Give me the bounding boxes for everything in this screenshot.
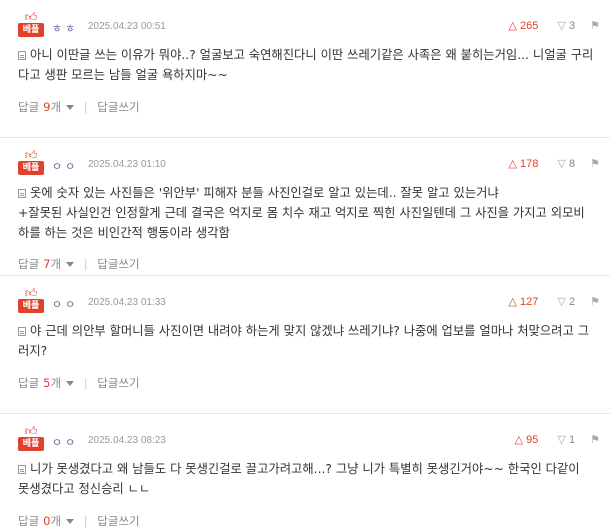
- comment-item: 👍︎ 베플 ㅎㅎ 2025.04.23 00:51 △ 265 ▽ 3 ⚑ 아니…: [0, 0, 610, 138]
- reply-toggle[interactable]: 답글 9개: [18, 100, 78, 114]
- vote-area: △ 95 ▽ 1 ⚑: [515, 433, 600, 449]
- comment-content: 니가 못생겼다고 왜 남들도 다 못생긴걸로 끌고가려고해...? 그냥 니가 …: [18, 459, 594, 499]
- comment-date: 2025.04.23 08:23: [88, 435, 166, 446]
- reply-label: 답글: [18, 514, 40, 528]
- comment-footer: 답글 0개 | 답글쓰기: [18, 513, 140, 528]
- chevron-down-icon: [66, 381, 75, 386]
- report-icon[interactable]: ⚑: [590, 158, 600, 170]
- comment-date: 2025.04.23 00:51: [88, 21, 166, 32]
- comment-item: 👍︎ 베플 ㅇㅇ 2025.04.23 08:23 △ 95 ▽ 1 ⚑ 니가 …: [0, 414, 610, 528]
- nickname[interactable]: ㅇㅇ: [52, 158, 78, 174]
- comment-text: 니가 못생겼다고 왜 남들도 다 못생긴걸로 끌고가려고해...? 그냥 니가 …: [18, 462, 580, 496]
- comment-text: 옷에 숫자 있는 사진들은 '위안부' 피해자 분들 사진인걸로 알고 있는데.…: [18, 186, 585, 240]
- reply-unit: 개: [50, 257, 62, 271]
- comment-footer: 답글 5개 | 답글쓰기: [18, 375, 140, 391]
- best-label: 베플: [18, 437, 44, 451]
- report-icon[interactable]: ⚑: [590, 434, 600, 446]
- like-count[interactable]: 127: [520, 296, 538, 308]
- divider: |: [83, 257, 88, 271]
- best-label: 베플: [18, 161, 44, 175]
- reply-unit: 개: [50, 514, 62, 528]
- memo-icon: [18, 51, 26, 60]
- reply-label: 답글: [18, 376, 40, 390]
- like-count[interactable]: 178: [520, 158, 538, 170]
- dislike-count[interactable]: 1: [569, 434, 575, 446]
- comment-content: 아니 이딴글 쓰는 이유가 뭐야..? 얼굴보고 숙연해진다니 이딴 쓰레기같은…: [18, 45, 594, 85]
- best-label: 베플: [18, 299, 44, 313]
- comment-content: 야 근데 의안부 할머니들 사진이면 내려야 하는게 맞지 않겠냐 쓰레기냐? …: [18, 321, 594, 361]
- like-count[interactable]: 265: [520, 20, 538, 32]
- vote-area: △ 127 ▽ 2 ⚑: [508, 295, 600, 311]
- like-icon[interactable]: △: [508, 158, 516, 170]
- nickname[interactable]: ㅇㅇ: [52, 434, 78, 450]
- comment-header: 👍︎ 베플 ㅇㅇ 2025.04.23 01:33 △ 127 ▽ 2 ⚑: [18, 286, 600, 314]
- divider: |: [83, 514, 88, 528]
- comment-footer: 답글 7개 | 답글쓰기: [18, 256, 140, 272]
- thumbs-up-icon: 👍︎: [24, 148, 38, 162]
- comment-content: 옷에 숫자 있는 사진들은 '위안부' 피해자 분들 사진인걸로 알고 있는데.…: [18, 183, 594, 243]
- vote-area: △ 265 ▽ 3 ⚑: [508, 19, 600, 35]
- like-icon[interactable]: △: [508, 20, 516, 32]
- memo-icon: [18, 189, 26, 198]
- thumbs-up-icon: 👍︎: [24, 10, 38, 24]
- reply-label: 답글: [18, 100, 40, 114]
- best-comment-badge: 👍︎ 베플: [18, 424, 44, 452]
- reply-label: 답글: [18, 257, 40, 271]
- like-icon[interactable]: △: [508, 296, 516, 308]
- comment-item: 👍︎ 베플 ㅇㅇ 2025.04.23 01:33 △ 127 ▽ 2 ⚑ 야 …: [0, 276, 610, 414]
- comment-header: 👍︎ 베플 ㅇㅇ 2025.04.23 01:10 △ 178 ▽ 8 ⚑: [18, 148, 600, 176]
- comment-text: 야 근데 의안부 할머니들 사진이면 내려야 하는게 맞지 않겠냐 쓰레기냐? …: [18, 324, 590, 358]
- chevron-down-icon: [66, 105, 75, 110]
- reply-count: 0: [43, 514, 51, 528]
- comment-date: 2025.04.23 01:10: [88, 159, 166, 170]
- dislike-icon[interactable]: ▽: [557, 20, 565, 32]
- reply-toggle[interactable]: 답글 5개: [18, 376, 78, 390]
- nickname[interactable]: ㅎㅎ: [52, 20, 78, 36]
- divider: |: [83, 100, 88, 114]
- best-comment-badge: 👍︎ 베플: [18, 10, 44, 38]
- best-comment-badge: 👍︎ 베플: [18, 148, 44, 176]
- write-reply-button[interactable]: 답글쓰기: [97, 100, 139, 114]
- reply-unit: 개: [50, 100, 62, 114]
- vote-area: △ 178 ▽ 8 ⚑: [508, 157, 600, 173]
- comment-list: 👍︎ 베플 ㅎㅎ 2025.04.23 00:51 △ 265 ▽ 3 ⚑ 아니…: [0, 0, 610, 528]
- memo-icon: [18, 327, 26, 336]
- dislike-count[interactable]: 8: [569, 158, 575, 170]
- thumbs-up-icon: 👍︎: [24, 286, 38, 300]
- reply-toggle[interactable]: 답글 0개: [18, 514, 78, 528]
- comment-header: 👍︎ 베플 ㅇㅇ 2025.04.23 08:23 △ 95 ▽ 1 ⚑: [18, 424, 600, 452]
- comment-text: 아니 이딴글 쓰는 이유가 뭐야..? 얼굴보고 숙연해진다니 이딴 쓰레기같은…: [18, 48, 594, 82]
- dislike-count[interactable]: 3: [569, 20, 575, 32]
- dislike-icon[interactable]: ▽: [557, 434, 565, 446]
- nickname[interactable]: ㅇㅇ: [52, 296, 78, 312]
- write-reply-button[interactable]: 답글쓰기: [97, 376, 139, 390]
- dislike-icon[interactable]: ▽: [557, 158, 565, 170]
- best-comment-badge: 👍︎ 베플: [18, 286, 44, 314]
- report-icon[interactable]: ⚑: [590, 20, 600, 32]
- memo-icon: [18, 465, 26, 474]
- best-label: 베플: [18, 23, 44, 37]
- comment-item: 👍︎ 베플 ㅇㅇ 2025.04.23 01:10 △ 178 ▽ 8 ⚑ 옷에…: [0, 138, 610, 276]
- dislike-count[interactable]: 2: [569, 296, 575, 308]
- reply-toggle[interactable]: 답글 7개: [18, 257, 78, 271]
- like-count[interactable]: 95: [526, 434, 538, 446]
- reply-count: 9: [43, 100, 51, 114]
- divider: |: [83, 376, 88, 390]
- report-icon[interactable]: ⚑: [590, 296, 600, 308]
- reply-count: 5: [43, 376, 51, 390]
- reply-unit: 개: [50, 376, 62, 390]
- chevron-down-icon: [66, 519, 75, 524]
- write-reply-button[interactable]: 답글쓰기: [97, 257, 139, 271]
- comment-header: 👍︎ 베플 ㅎㅎ 2025.04.23 00:51 △ 265 ▽ 3 ⚑: [18, 10, 600, 38]
- dislike-icon[interactable]: ▽: [557, 296, 565, 308]
- comment-date: 2025.04.23 01:33: [88, 297, 166, 308]
- reply-count: 7: [43, 257, 51, 271]
- like-icon[interactable]: △: [515, 434, 523, 446]
- comment-footer: 답글 9개 | 답글쓰기: [18, 99, 140, 115]
- chevron-down-icon: [66, 262, 75, 267]
- thumbs-up-icon: 👍︎: [24, 424, 38, 438]
- write-reply-button[interactable]: 답글쓰기: [97, 514, 139, 528]
